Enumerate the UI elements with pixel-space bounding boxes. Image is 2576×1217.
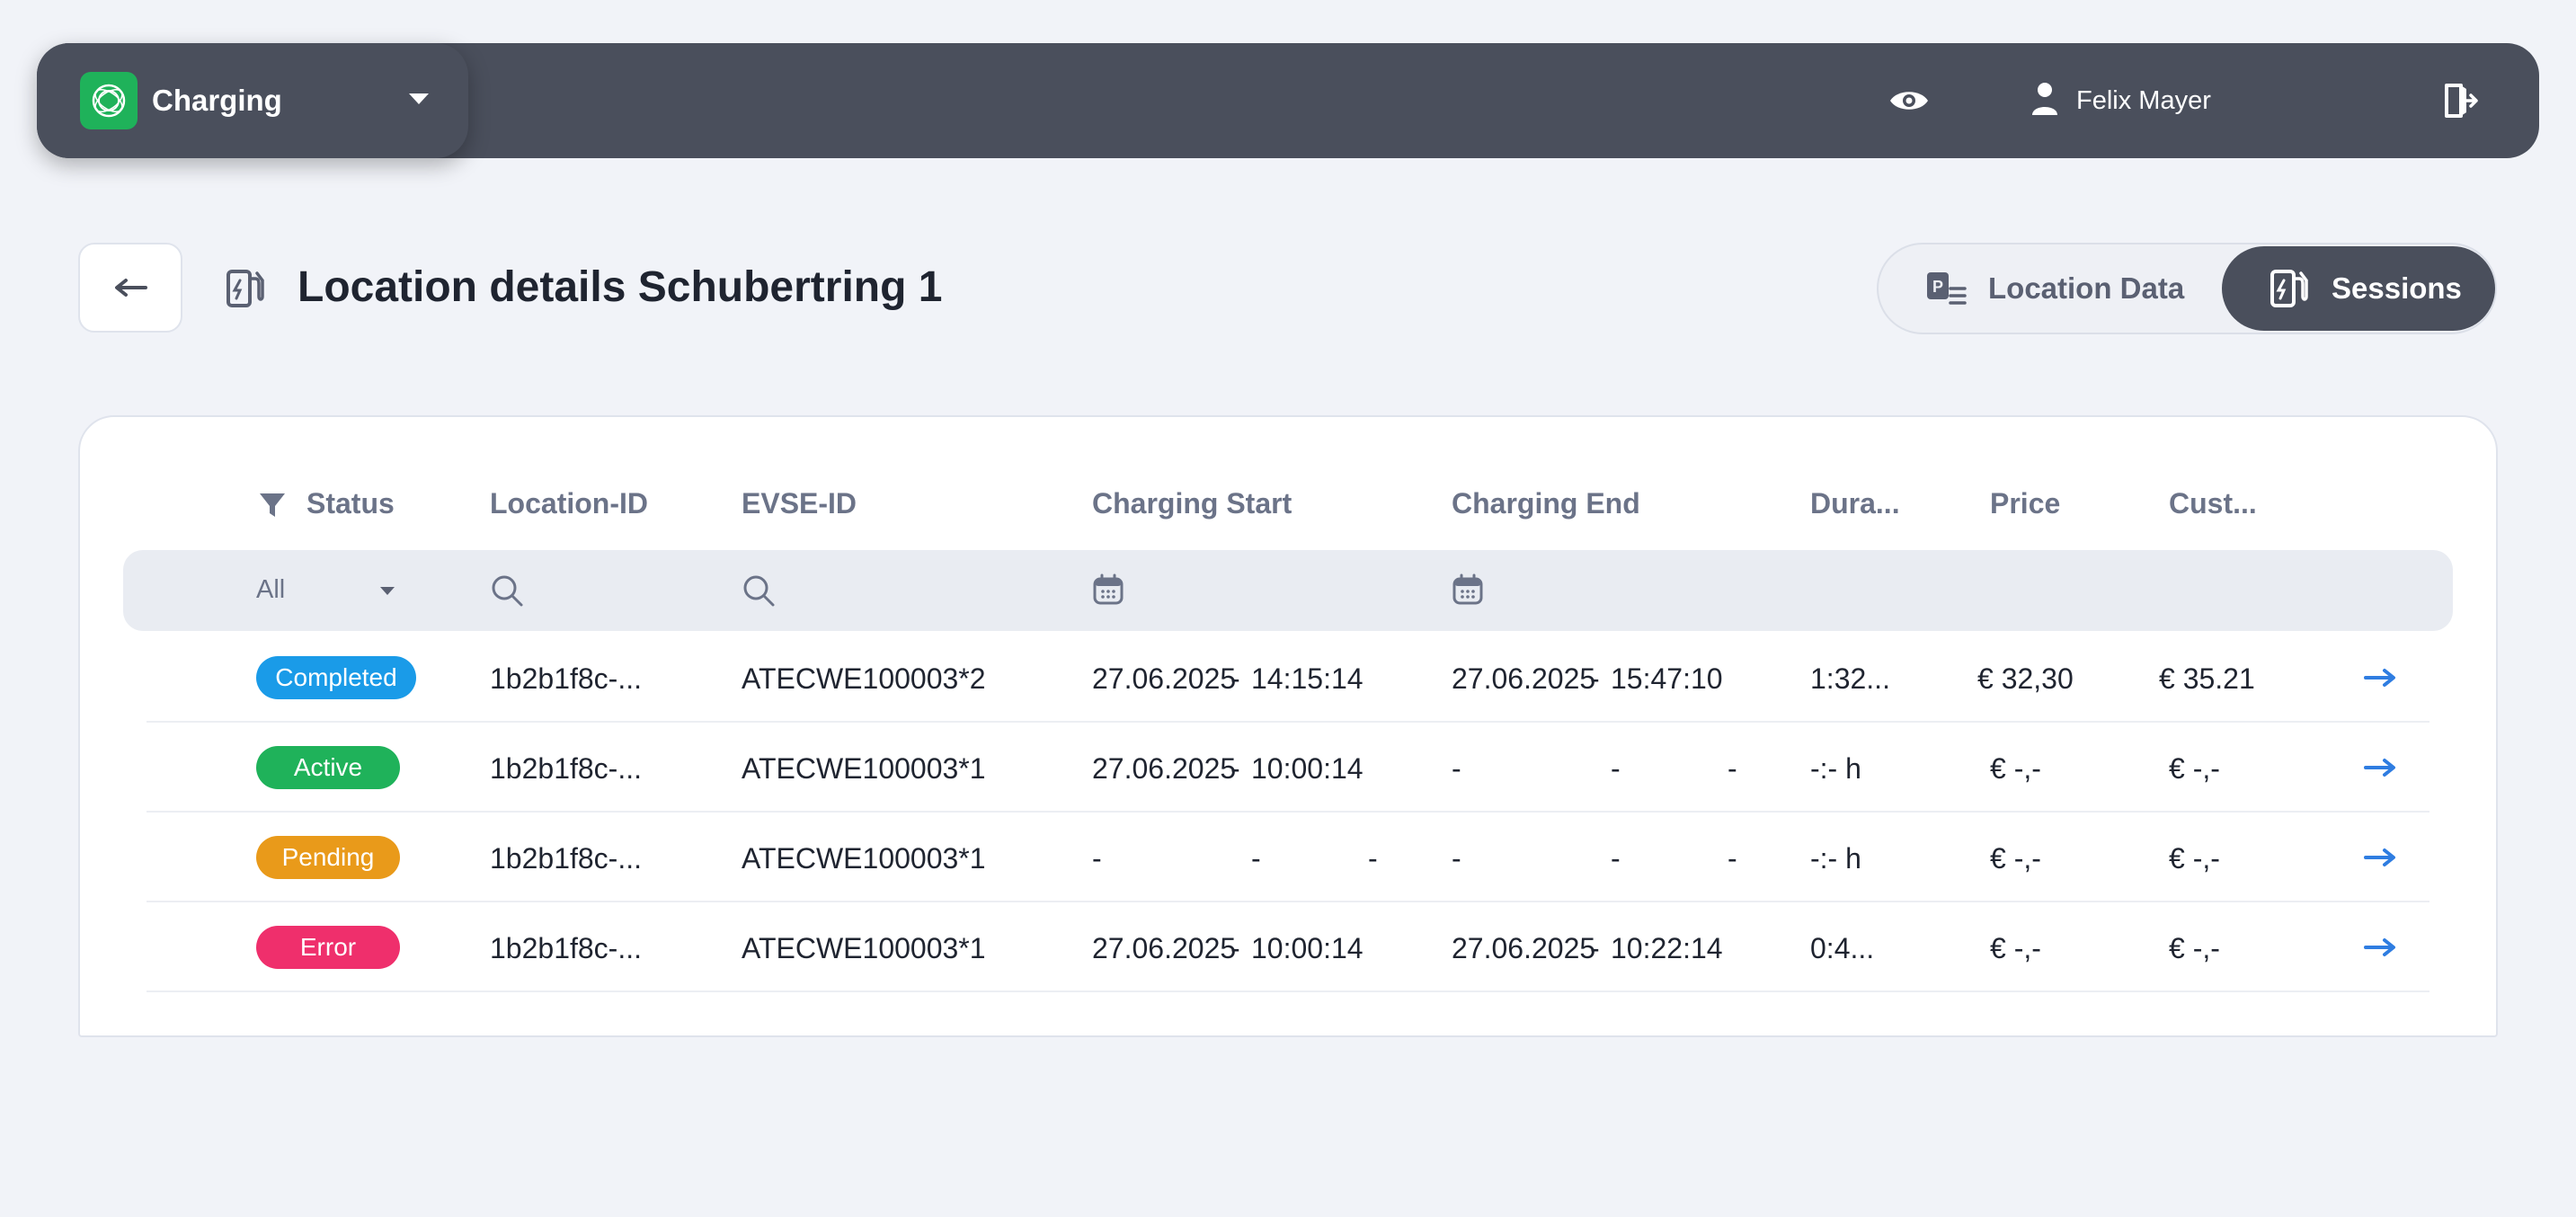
cell-customer: € 35.21	[2159, 662, 2255, 695]
header-status[interactable]: Status	[306, 487, 395, 520]
cell-start-date: 27.06.2025	[1092, 662, 1237, 695]
cell-start-time: 10:00:14	[1251, 932, 1364, 964]
cell-start-sep: -	[1251, 842, 1261, 875]
cell-start-sep: -	[1230, 752, 1240, 785]
cell-duration: -:- h	[1810, 752, 1861, 785]
cell-start-date: 27.06.2025	[1092, 752, 1237, 785]
charging-logo-icon	[80, 72, 138, 129]
header-location-id[interactable]: Location-ID	[490, 487, 648, 520]
tab-sessions[interactable]: Sessions	[2222, 246, 2495, 331]
view-switcher: P Location Data Sessions	[1877, 243, 2497, 334]
arrow-right-icon[interactable]	[2364, 668, 2396, 688]
calendar-icon[interactable]	[1452, 573, 1486, 608]
cell-start-time: 10:00:14	[1251, 752, 1364, 785]
arrow-right-icon[interactable]	[2364, 758, 2396, 777]
row-divider	[147, 811, 2429, 813]
header-charging-start[interactable]: Charging Start	[1092, 487, 1292, 520]
cell-end-time: -	[1728, 752, 1737, 785]
cell-end-date: -	[1452, 842, 1461, 875]
app-switcher[interactable]: Charging	[37, 43, 468, 158]
user-menu[interactable]: Felix Mayer	[2030, 77, 2211, 124]
row-divider	[147, 901, 2429, 902]
cell-evse-id: ATECWE100003*1	[742, 752, 986, 785]
user-icon	[2030, 81, 2060, 121]
location-data-icon: P	[1923, 266, 1968, 311]
header-price[interactable]: Price	[1990, 487, 2060, 520]
cell-duration: 1:32...	[1810, 662, 1890, 695]
status-badge: Completed	[256, 656, 416, 699]
cell-end-date: 27.06.2025	[1452, 932, 1596, 964]
cell-price: € 32,30	[1977, 662, 2074, 695]
user-name: Felix Mayer	[2076, 85, 2211, 115]
status-badge: Pending	[256, 836, 400, 879]
cell-location-id: 1b2b1f8c-...	[490, 662, 642, 695]
page-title: Location details Schubertring 1	[298, 263, 943, 311]
cell-evse-id: ATECWE100003*1	[742, 842, 986, 875]
header-customer[interactable]: Cust...	[2169, 487, 2257, 520]
cell-end-sep: -	[1590, 662, 1600, 695]
cell-end-sep: -	[1611, 842, 1621, 875]
cell-evse-id: ATECWE100003*1	[742, 932, 986, 964]
cell-start-date: -	[1092, 842, 1102, 875]
arrow-right-icon[interactable]	[2364, 848, 2396, 867]
charging-station-icon	[223, 266, 268, 311]
row-divider	[147, 721, 2429, 723]
cell-end-sep: -	[1590, 932, 1600, 964]
header-duration[interactable]: Dura...	[1810, 487, 1900, 520]
arrow-right-icon[interactable]	[2364, 937, 2396, 957]
cell-price: € -,-	[1990, 842, 2041, 875]
calendar-icon[interactable]	[1092, 573, 1126, 608]
cell-customer: € -,-	[2169, 752, 2220, 785]
back-button[interactable]	[78, 243, 182, 333]
cell-customer: € -,-	[2169, 842, 2220, 875]
cell-end-date: -	[1452, 752, 1461, 785]
cell-price: € -,-	[1990, 752, 2041, 785]
tab-location-data-label: Location Data	[1988, 271, 2185, 305]
cell-start-sep: -	[1230, 662, 1240, 695]
tab-location-data[interactable]: P Location Data	[1923, 244, 2184, 333]
header-charging-end[interactable]: Charging End	[1452, 487, 1640, 520]
search-icon[interactable]	[490, 573, 524, 608]
status-badge: Active	[256, 746, 400, 789]
status-badge: Error	[256, 926, 400, 969]
cell-end-time: -	[1728, 842, 1737, 875]
cell-location-id: 1b2b1f8c-...	[490, 752, 642, 785]
app-name: Charging	[152, 84, 282, 117]
logout-icon[interactable]	[2439, 79, 2483, 122]
cell-end-time: 10:22:14	[1611, 932, 1723, 964]
row-divider	[147, 990, 2429, 992]
arrow-left-icon	[115, 279, 147, 297]
cell-duration: 0:4...	[1810, 932, 1875, 964]
filter-icon[interactable]	[258, 491, 287, 524]
cell-start-date: 27.06.2025	[1092, 932, 1237, 964]
cell-start-time: 14:15:14	[1251, 662, 1364, 695]
cell-end-sep: -	[1611, 752, 1621, 785]
header-evse-id[interactable]: EVSE-ID	[742, 487, 857, 520]
cell-location-id: 1b2b1f8c-...	[490, 932, 642, 964]
cell-price: € -,-	[1990, 932, 2041, 964]
tab-sessions-label: Sessions	[2332, 271, 2462, 305]
eye-icon[interactable]	[1888, 79, 1931, 122]
search-icon[interactable]	[742, 573, 776, 608]
status-filter-select[interactable]: All	[256, 575, 285, 605]
charging-station-icon	[2267, 266, 2312, 311]
cell-start-time: -	[1368, 842, 1378, 875]
svg-text:P: P	[1932, 278, 1943, 296]
cell-customer: € -,-	[2169, 932, 2220, 964]
cell-location-id: 1b2b1f8c-...	[490, 842, 642, 875]
cell-start-sep: -	[1230, 932, 1240, 964]
chevron-down-icon[interactable]	[380, 587, 395, 595]
filter-row	[123, 550, 2453, 631]
cell-end-time: 15:47:10	[1611, 662, 1723, 695]
cell-duration: -:- h	[1810, 842, 1861, 875]
cell-evse-id: ATECWE100003*2	[742, 662, 986, 695]
chevron-down-icon	[409, 93, 429, 104]
cell-end-date: 27.06.2025	[1452, 662, 1596, 695]
